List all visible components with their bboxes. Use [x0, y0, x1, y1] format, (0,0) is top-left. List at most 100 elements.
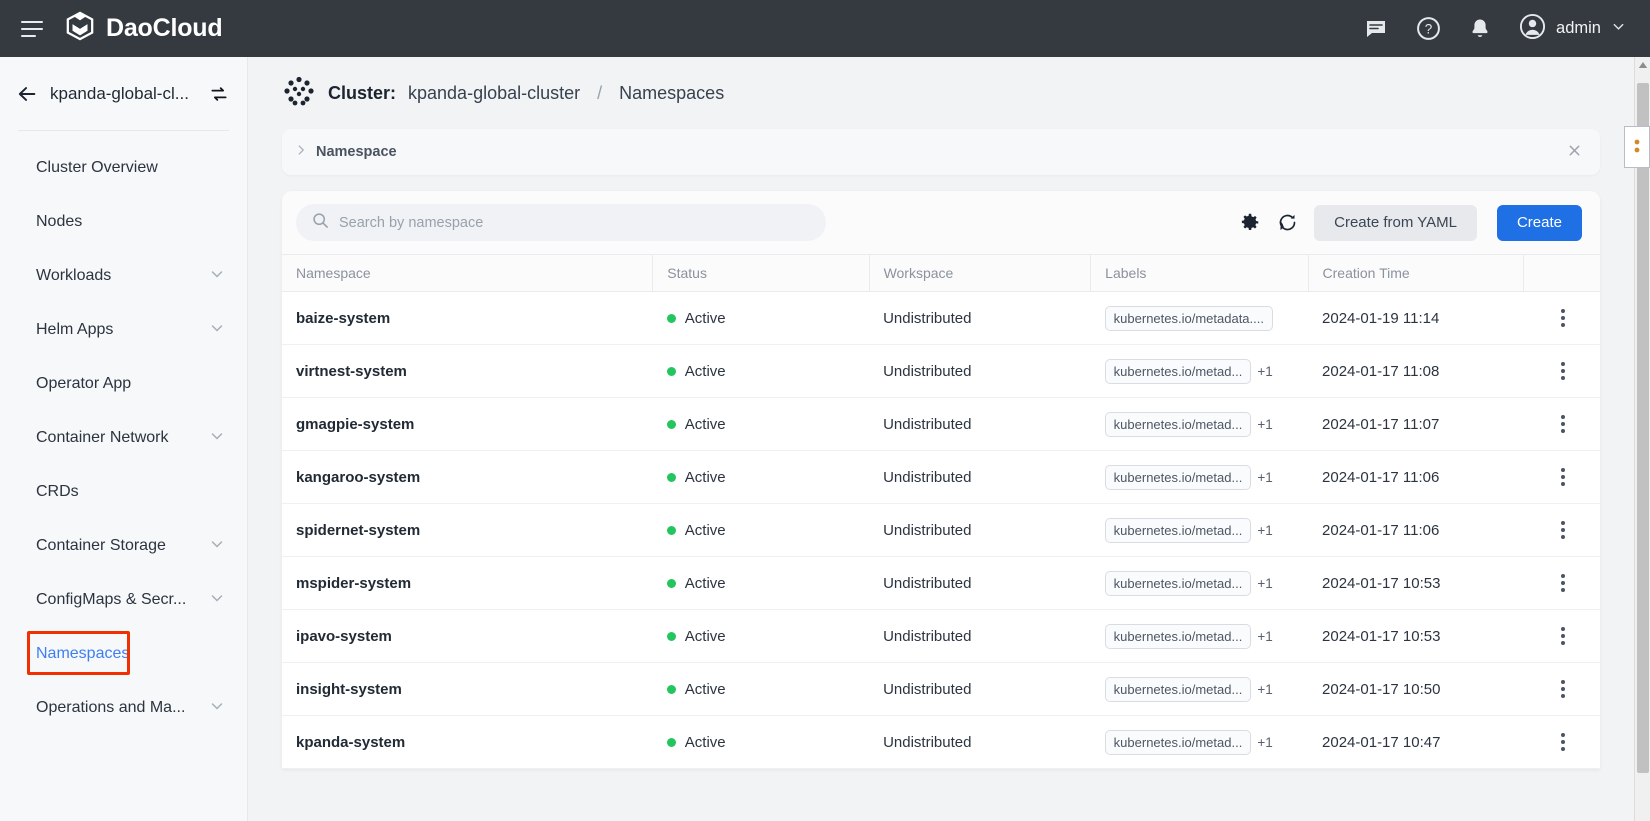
- table-row[interactable]: insight-systemActiveUndistributedkuberne…: [282, 663, 1600, 716]
- label-chip[interactable]: kubernetes.io/metad...: [1105, 412, 1252, 437]
- row-actions-menu-icon[interactable]: [1561, 733, 1565, 751]
- cell-workspace: Undistributed: [869, 610, 1091, 663]
- cell-namespace[interactable]: spidernet-system: [282, 504, 653, 557]
- cell-labels: kubernetes.io/metad... +1: [1091, 398, 1308, 451]
- sidebar-item-container-storage[interactable]: Container Storage: [0, 519, 247, 573]
- cell-labels: kubernetes.io/metad... +1: [1091, 451, 1308, 504]
- table-row[interactable]: kpanda-systemActiveUndistributedkubernet…: [282, 716, 1600, 769]
- gear-icon[interactable]: [1238, 212, 1260, 234]
- row-actions-menu-icon[interactable]: [1561, 574, 1565, 592]
- column-header-actions: [1523, 255, 1600, 292]
- row-actions-menu-icon[interactable]: [1561, 680, 1565, 698]
- close-icon[interactable]: [1567, 143, 1582, 161]
- column-header-creation-time[interactable]: Creation Time: [1308, 255, 1523, 292]
- scroll-up-arrow-icon[interactable]: [1635, 57, 1650, 73]
- chevron-down-icon: [209, 428, 225, 449]
- sidebar-item-crds[interactable]: CRDs: [0, 465, 247, 519]
- hamburger-icon[interactable]: [21, 21, 43, 37]
- help-icon[interactable]: ?: [1415, 16, 1441, 42]
- label-chip[interactable]: kubernetes.io/metadata....: [1105, 306, 1273, 331]
- label-chip[interactable]: kubernetes.io/metad...: [1105, 518, 1252, 543]
- table-row[interactable]: baize-systemActiveUndistributedkubernete…: [282, 292, 1600, 345]
- sidebar-item-operator-app[interactable]: Operator App: [0, 357, 247, 411]
- label-chip[interactable]: kubernetes.io/metad...: [1105, 677, 1252, 702]
- sidebar-item-label: Container Storage: [36, 537, 166, 555]
- sidebar-item-helm-apps[interactable]: Helm Apps: [0, 303, 247, 357]
- search-box[interactable]: [296, 204, 826, 241]
- sidebar-item-workloads[interactable]: Workloads: [0, 249, 247, 303]
- cell-namespace[interactable]: ipavo-system: [282, 610, 653, 663]
- status-dot-icon: [667, 526, 676, 535]
- label-overflow-count[interactable]: +1: [1257, 417, 1272, 432]
- brand[interactable]: DaoCloud: [65, 11, 222, 46]
- cell-namespace[interactable]: gmagpie-system: [282, 398, 653, 451]
- label-overflow-count[interactable]: +1: [1257, 576, 1272, 591]
- cell-status: Active: [653, 557, 869, 610]
- bell-icon[interactable]: [1467, 16, 1493, 42]
- back-arrow-icon[interactable]: [16, 83, 38, 105]
- workspace-text: Undistributed: [883, 522, 971, 539]
- label-chip[interactable]: kubernetes.io/metad...: [1105, 465, 1252, 490]
- user-menu[interactable]: admin: [1519, 13, 1626, 45]
- cell-actions: [1523, 398, 1600, 451]
- table-row[interactable]: gmagpie-systemActiveUndistributedkuberne…: [282, 398, 1600, 451]
- cell-namespace[interactable]: insight-system: [282, 663, 653, 716]
- label-overflow-count[interactable]: +1: [1257, 629, 1272, 644]
- label-chip[interactable]: kubernetes.io/metad...: [1105, 730, 1252, 755]
- cell-namespace[interactable]: kangaroo-system: [282, 451, 653, 504]
- label-overflow-count[interactable]: +1: [1257, 682, 1272, 697]
- create-from-yaml-button[interactable]: Create from YAML: [1314, 205, 1477, 241]
- switch-cluster-icon[interactable]: [209, 84, 229, 104]
- column-header-status[interactable]: Status: [653, 255, 869, 292]
- label-chip[interactable]: kubernetes.io/metad...: [1105, 624, 1252, 649]
- cell-creation-time: 2024-01-17 11:07: [1308, 398, 1523, 451]
- row-actions-menu-icon[interactable]: [1561, 309, 1565, 327]
- edge-widget[interactable]: [1624, 126, 1650, 168]
- row-actions-menu-icon[interactable]: [1561, 521, 1565, 539]
- row-actions-menu-icon[interactable]: [1561, 415, 1565, 433]
- sidebar-item-namespaces[interactable]: Namespaces: [0, 627, 247, 681]
- sidebar-item-label: Helm Apps: [36, 321, 113, 339]
- cell-workspace: Undistributed: [869, 663, 1091, 716]
- table-row[interactable]: kangaroo-systemActiveUndistributedkubern…: [282, 451, 1600, 504]
- column-header-workspace[interactable]: Workspace: [869, 255, 1091, 292]
- label-chip[interactable]: kubernetes.io/metad...: [1105, 571, 1252, 596]
- sidebar-item-cluster-overview[interactable]: Cluster Overview: [0, 141, 247, 195]
- cell-namespace[interactable]: kpanda-system: [282, 716, 653, 769]
- table-row[interactable]: virtnest-systemActiveUndistributedkubern…: [282, 345, 1600, 398]
- sidebar-item-operations-and-maintenance[interactable]: Operations and Ma...: [0, 681, 247, 735]
- row-actions-menu-icon[interactable]: [1561, 627, 1565, 645]
- table-row[interactable]: ipavo-systemActiveUndistributedkubernete…: [282, 610, 1600, 663]
- vertical-scrollbar[interactable]: [1634, 57, 1650, 821]
- namespaces-panel: Create from YAML Create Namespace Status…: [282, 191, 1600, 769]
- label-chip[interactable]: kubernetes.io/metad...: [1105, 359, 1252, 384]
- refresh-icon[interactable]: [1276, 212, 1298, 234]
- sidebar-item-label: Container Network: [36, 429, 169, 447]
- table-row[interactable]: mspider-systemActiveUndistributedkuberne…: [282, 557, 1600, 610]
- chevron-down-icon[interactable]: [1611, 19, 1626, 39]
- create-button[interactable]: Create: [1497, 205, 1582, 241]
- cell-namespace[interactable]: mspider-system: [282, 557, 653, 610]
- column-header-namespace[interactable]: Namespace: [282, 255, 653, 292]
- breadcrumb-cluster-link[interactable]: kpanda-global-cluster: [408, 83, 580, 104]
- label-overflow-count[interactable]: +1: [1257, 364, 1272, 379]
- sidebar-item-configmaps-secrets[interactable]: ConfigMaps & Secr...: [0, 573, 247, 627]
- row-actions-menu-icon[interactable]: [1561, 468, 1565, 486]
- scrollbar-thumb[interactable]: [1637, 83, 1649, 773]
- sidebar-item-container-network[interactable]: Container Network: [0, 411, 247, 465]
- column-header-labels[interactable]: Labels: [1091, 255, 1308, 292]
- workspace-text: Undistributed: [883, 416, 971, 433]
- status-dot-icon: [667, 420, 676, 429]
- sidebar-item-nodes[interactable]: Nodes: [0, 195, 247, 249]
- label-overflow-count[interactable]: +1: [1257, 470, 1272, 485]
- table-row[interactable]: spidernet-systemActiveUndistributedkuber…: [282, 504, 1600, 557]
- label-overflow-count[interactable]: +1: [1257, 523, 1272, 538]
- cell-namespace[interactable]: virtnest-system: [282, 345, 653, 398]
- chevron-right-icon[interactable]: [294, 143, 308, 161]
- search-input[interactable]: [339, 215, 779, 231]
- chat-icon[interactable]: [1363, 16, 1389, 42]
- cell-workspace: Undistributed: [869, 451, 1091, 504]
- label-overflow-count[interactable]: +1: [1257, 735, 1272, 750]
- row-actions-menu-icon[interactable]: [1561, 362, 1565, 380]
- cell-namespace[interactable]: baize-system: [282, 292, 653, 345]
